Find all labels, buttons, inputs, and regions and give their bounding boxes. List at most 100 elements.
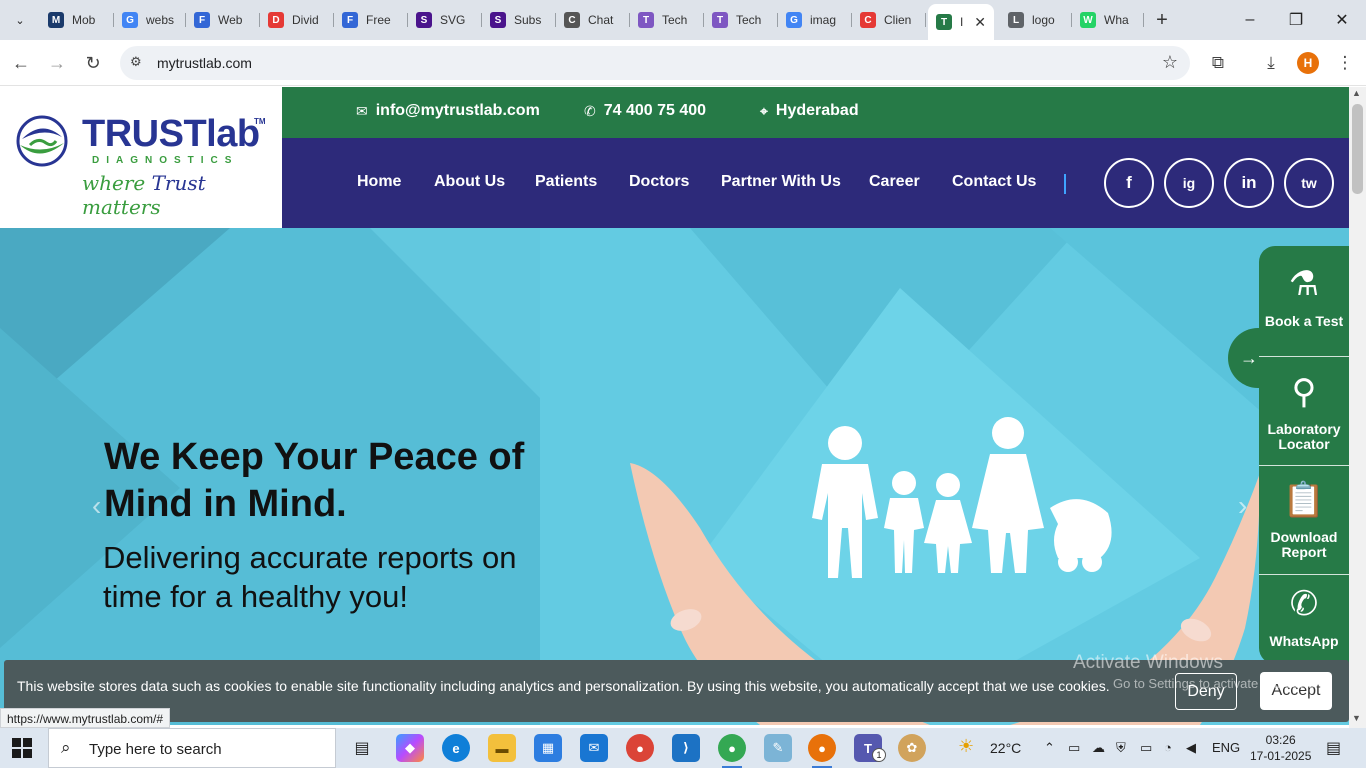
back-button[interactable]: ← [8, 50, 34, 76]
nav-doctors[interactable]: Doctors [629, 173, 689, 191]
onedrive-icon[interactable]: ☁ [1092, 740, 1105, 756]
nav-about-us[interactable]: About Us [434, 173, 505, 191]
browser-tab[interactable]: T Tech [630, 6, 704, 34]
book-test-button[interactable]: ⚗ Book a Test [1259, 264, 1349, 329]
new-tab-button[interactable]: + [1150, 8, 1174, 32]
twitter-icon[interactable]: tw [1284, 158, 1334, 208]
whatsapp-button[interactable]: ✆ WhatsApp [1259, 584, 1349, 649]
browser-tab[interactable]: L logo [1000, 6, 1072, 34]
chrome-active-icon[interactable]: ● [808, 734, 836, 768]
scrollbar-thumb[interactable] [1352, 104, 1363, 194]
teams-badge: 1 [872, 748, 886, 762]
test-tube-icon: ⚗ [1288, 265, 1320, 303]
browser-tab[interactable]: G webs [114, 6, 186, 34]
nav-career[interactable]: Career [869, 173, 920, 191]
facebook-icon[interactable]: f [1104, 158, 1154, 208]
nav-home[interactable]: Home [357, 173, 401, 191]
logo-subtitle: DIAGNOSTICS [92, 155, 239, 166]
browser-tab[interactable]: S SVG [408, 6, 482, 34]
browser-menu-icon[interactable]: ⋮ [1332, 50, 1358, 76]
notepad-icon[interactable]: ✎ [764, 734, 792, 762]
copilot-icon[interactable]: ◆ [396, 734, 424, 762]
vscode-icon[interactable]: ⟩ [672, 734, 700, 762]
browser-tab[interactable]: M Mob [40, 6, 114, 34]
browser-tab[interactable]: C Chat [556, 6, 630, 34]
contact-email[interactable]: ✉ info@mytrustlab.com [356, 102, 540, 120]
tab-favicon-icon: F [342, 12, 358, 28]
mail-icon: ✉ [356, 102, 368, 119]
scroll-down-icon[interactable]: ▼ [1352, 713, 1361, 723]
notifications-icon[interactable]: ▤ [1326, 738, 1341, 758]
taskbar-search[interactable]: ⌕ Type here to search [48, 728, 336, 768]
language-indicator[interactable]: ENG [1212, 740, 1240, 755]
close-tab-icon[interactable]: ✕ [974, 14, 986, 31]
tab-title: Mob [72, 13, 96, 27]
show-hidden-icons[interactable]: ⌃ [1044, 740, 1055, 756]
clock-time: 03:26 [1265, 733, 1296, 747]
logo-tagline: where Trust matters [82, 171, 282, 219]
browser-tab[interactable]: G imag [778, 6, 852, 34]
file-explorer-icon[interactable]: ▬ [488, 734, 516, 762]
profile-avatar[interactable]: H [1297, 52, 1319, 74]
store-icon[interactable]: ▦ [534, 734, 562, 762]
laboratory-locator-button[interactable]: ⚲ Laboratory Locator [1259, 372, 1349, 452]
browser-tab[interactable]: C Clien [852, 6, 926, 34]
url-text[interactable]: mytrustlab.com [157, 55, 252, 71]
browser-tab[interactable]: T Tech [704, 6, 778, 34]
browser-tab[interactable]: W Wha [1072, 6, 1144, 34]
browser-tab[interactable]: D Divid [260, 6, 334, 34]
browser-tab[interactable]: S Subs [482, 6, 556, 34]
bookmark-star-icon[interactable]: ☆ [1162, 52, 1178, 73]
browser-tab[interactable]: F Free [334, 6, 408, 34]
windows-start-icon[interactable] [12, 738, 32, 758]
activate-windows-watermark: Activate Windows Go to Settings to activ… [1073, 652, 1318, 691]
mail-app-icon[interactable]: ✉ [580, 734, 608, 762]
tab-favicon-icon: W [1080, 12, 1096, 28]
panel-divider [1259, 356, 1349, 357]
scroll-up-icon[interactable]: ▲ [1352, 88, 1361, 98]
download-report-button[interactable]: 📋 Download Report [1259, 480, 1349, 560]
site-info-icon[interactable]: ⚙ [130, 54, 142, 70]
contact-bar: ✉ info@mytrustlab.com ✆ 74 400 75 400 ⌖ … [282, 87, 1349, 138]
contact-phone[interactable]: ✆ 74 400 75 400 [584, 102, 706, 120]
tab-title: Wha [1104, 13, 1129, 27]
slider-next-icon[interactable]: › [1238, 490, 1247, 522]
tab-search-button[interactable]: ⌄ [8, 8, 32, 32]
browser-tab[interactable]: F Web [186, 6, 260, 34]
reload-button[interactable]: ↻ [80, 50, 106, 76]
tab-title: webs [146, 13, 175, 27]
close-window-button[interactable]: ✕ [1328, 6, 1356, 34]
wifi-icon[interactable]: ◔ [1164, 740, 1172, 755]
download-icon[interactable]: ⤓ [1258, 50, 1284, 76]
volume-icon[interactable]: ◀ [1186, 740, 1196, 756]
edge-icon[interactable]: e [442, 734, 470, 762]
linkedin-icon[interactable]: in [1224, 158, 1274, 208]
forward-button[interactable]: → [44, 50, 70, 76]
meet-now-icon[interactable]: ▭ [1068, 740, 1080, 756]
minimize-button[interactable]: – [1236, 6, 1264, 34]
nav-contact-us[interactable]: Contact Us [952, 173, 1036, 191]
extensions-icon[interactable]: ⧉ [1205, 50, 1231, 76]
paint-icon[interactable]: ✿ [898, 734, 926, 762]
instagram-icon[interactable]: ig [1164, 158, 1214, 208]
slider-prev-icon[interactable]: ‹ [92, 490, 101, 522]
search-placeholder: Type here to search [89, 741, 222, 758]
nav-partner-with-us[interactable]: Partner With Us [721, 173, 841, 191]
chrome-icon[interactable]: ● [626, 734, 654, 762]
address-bar[interactable]: ⚙ mytrustlab.com ☆ [120, 46, 1190, 80]
system-clock[interactable]: 03:26 17-01-2025 [1250, 732, 1311, 764]
nav-patients[interactable]: Patients [535, 173, 597, 191]
task-view-icon[interactable]: ▤ [348, 734, 376, 762]
restore-button[interactable]: ❐ [1282, 6, 1310, 34]
browser-tab-active[interactable]: T I ✕ [928, 4, 994, 40]
weather-icon[interactable]: ☀ [958, 736, 974, 757]
chrome-profile-icon[interactable]: ● [718, 734, 746, 768]
contact-location[interactable]: ⌖ Hyderabad [760, 102, 859, 120]
hero-heading: We Keep Your Peace of Mind in Mind. [104, 436, 525, 525]
battery-icon[interactable]: ▭ [1140, 740, 1152, 756]
weather-temp[interactable]: 22°C [990, 740, 1021, 756]
phone-icon: ✆ [584, 102, 596, 119]
security-icon[interactable]: ⛨ [1116, 740, 1126, 756]
site-logo[interactable]: TRUSTlab TM DIAGNOSTICS where Trust matt… [0, 87, 282, 228]
cookie-message: This website stores data such as cookies… [17, 678, 1110, 694]
